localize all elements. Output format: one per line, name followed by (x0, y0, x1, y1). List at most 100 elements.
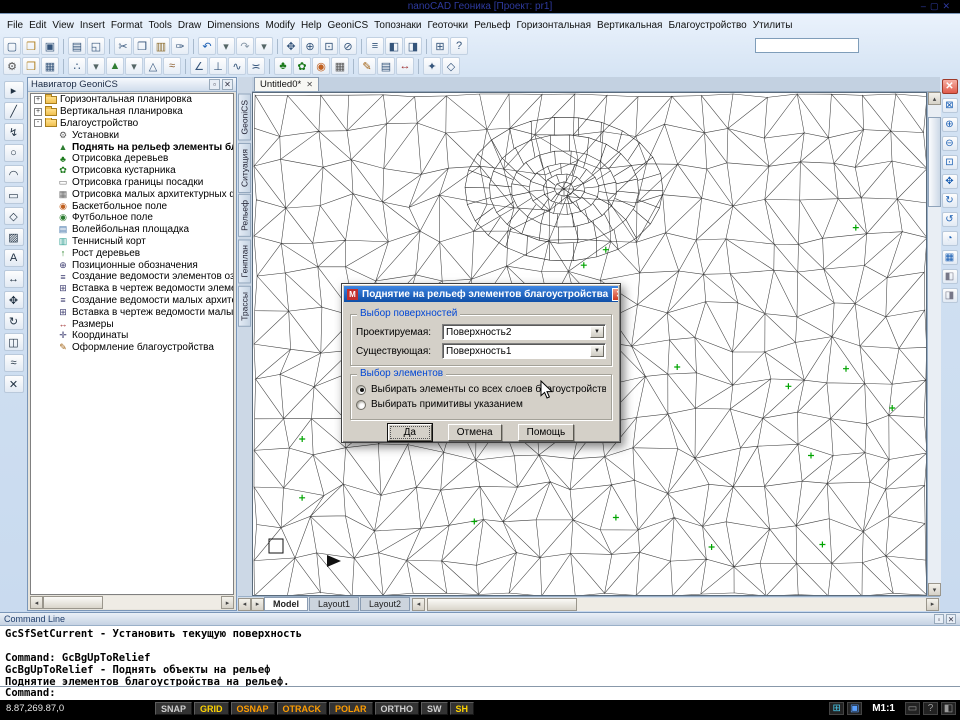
plot-icon[interactable]: ▤ (68, 37, 86, 55)
zoom-extents-icon[interactable]: ⊠ (942, 98, 958, 113)
radio-all-layers[interactable] (356, 385, 366, 395)
side-tab-рельеф[interactable]: Рельеф (238, 194, 251, 237)
toggle-ortho[interactable]: ORTHO (375, 702, 420, 715)
utilities-tools-icon[interactable]: ✦ (423, 57, 441, 75)
toggle-polar[interactable]: POLAR (329, 702, 373, 715)
toggle-sh[interactable]: SH (450, 702, 475, 715)
menu-вертикальная[interactable]: Вертикальная (594, 18, 665, 33)
scroll-left-icon[interactable]: ◂ (412, 598, 425, 611)
help-button[interactable]: Помощь (518, 424, 575, 441)
polygon-tool-icon[interactable]: ◇ (4, 207, 24, 225)
notes-icon[interactable]: ▣ (847, 702, 862, 715)
zoom-window-icon[interactable]: ⊡ (320, 37, 338, 55)
minimize-icon[interactable]: – (921, 1, 930, 11)
tree-item[interactable]: ▦Отрисовка малых архитектурных форм (31, 188, 233, 200)
tables-icon[interactable]: ▤ (377, 57, 395, 75)
tree-item[interactable]: ⊕Позиционные обозначения (31, 259, 233, 271)
create-points-icon[interactable]: ∴ (68, 57, 86, 75)
tree-item[interactable]: ✛Координаты (31, 330, 233, 342)
edit-surface-icon[interactable]: △ (144, 57, 162, 75)
tree-expander-icon[interactable]: - (34, 119, 42, 127)
tree-item[interactable]: ◉Баскетбольное поле (31, 200, 233, 212)
geo-dimensions-icon[interactable]: ↔ (396, 57, 414, 75)
tree-expander-icon[interactable]: + (34, 96, 42, 104)
window-close-icon[interactable]: ✕ (942, 1, 954, 11)
properties-icon[interactable]: ◨ (404, 37, 422, 55)
scale-indicator[interactable]: M1:1 (872, 703, 895, 714)
object-snap-settings-icon[interactable]: ⊞ (431, 37, 449, 55)
vertical-tools-icon[interactable]: ⊥ (209, 57, 227, 75)
undo-icon[interactable]: ↶ (198, 37, 216, 55)
arc-tool-icon[interactable]: ◠ (4, 165, 24, 183)
toggle-otrack[interactable]: OTRACK (277, 702, 328, 715)
zoom-realtime-icon[interactable]: ⊕ (301, 37, 319, 55)
copy-clipboard-icon[interactable]: ❐ (133, 37, 151, 55)
orbit-view-icon[interactable]: ◔ (942, 231, 958, 246)
menu-tools[interactable]: Tools (146, 18, 175, 33)
tree-item[interactable]: ↑Рост деревьев (31, 247, 233, 259)
view-settings-icon[interactable]: ◨ (942, 288, 958, 303)
text-tool-icon[interactable]: A (4, 249, 24, 267)
annotate-icon[interactable]: ✎ (358, 57, 376, 75)
command-input[interactable]: Command: (0, 686, 960, 700)
layers-icon[interactable]: ≡ (366, 37, 384, 55)
hatch-tool-icon[interactable]: ▨ (4, 228, 24, 246)
maximize-icon[interactable]: ▢ (930, 1, 943, 11)
cancel-button[interactable]: Отмена (448, 424, 502, 441)
close-drawing-icon[interactable]: ✕ (942, 79, 958, 94)
cross-sections-icon[interactable]: ≍ (247, 57, 265, 75)
chevron-down-icon[interactable]: ▼ (590, 345, 604, 357)
previous-view-icon[interactable]: ↺ (942, 212, 958, 227)
menu-утилиты[interactable]: Утилиты (750, 18, 796, 33)
menu-insert[interactable]: Insert (77, 18, 108, 33)
side-tab-ситуация[interactable]: Ситуация (238, 143, 251, 193)
design-surface-combo[interactable]: Поверхность2▼ (442, 324, 606, 340)
rectangle-tool-icon[interactable]: ▭ (4, 186, 24, 204)
zoom-out-icon[interactable]: ⊖ (942, 136, 958, 151)
paste-clipboard-icon[interactable]: ▥ (152, 37, 170, 55)
document-tab-close-icon[interactable]: ✕ (306, 80, 313, 89)
profiles-icon[interactable]: ∿ (228, 57, 246, 75)
pin-icon[interactable]: ▫ (934, 614, 944, 624)
layout-tab-layout2[interactable]: Layout2 (360, 597, 410, 611)
horizontal-tools-icon[interactable]: ∠ (190, 57, 208, 75)
menu-view[interactable]: View (49, 18, 77, 33)
menu-format[interactable]: Format (108, 18, 146, 33)
menu-draw[interactable]: Draw (175, 18, 204, 33)
new-drawing-icon[interactable]: ▢ (3, 37, 21, 55)
model-space-icon[interactable]: ⊞ (829, 702, 844, 715)
layer-states-icon[interactable]: ◧ (385, 37, 403, 55)
tab-scroll-right-icon[interactable]: ▸ (251, 598, 264, 611)
side-tab-трассы[interactable]: Трассы (238, 286, 251, 327)
scroll-track[interactable] (425, 598, 926, 611)
toolbar-search-combo[interactable] (755, 38, 859, 53)
zoom-previous-icon[interactable]: ⊘ (339, 37, 357, 55)
scroll-down-icon[interactable]: ▾ (928, 583, 941, 596)
scroll-left-icon[interactable]: ◂ (30, 596, 43, 609)
redo-list-icon[interactable]: ▾ (255, 37, 273, 55)
save-drawing-icon[interactable]: ▣ (41, 37, 59, 55)
yes-button[interactable]: Да (388, 424, 432, 441)
lock-view-icon[interactable]: ◧ (942, 269, 958, 284)
line-tool-icon[interactable]: ╱ (4, 102, 24, 120)
points-dropdown-icon[interactable]: ▾ (87, 57, 105, 75)
tree-item[interactable]: ✿Отрисовка кустарника (31, 165, 233, 177)
side-tab-генплан[interactable]: Генплан (238, 239, 251, 283)
tree-item[interactable]: ⊞Вставка в чертеж ведомости элементов (31, 283, 233, 295)
status-help-icon[interactable]: ? (923, 702, 938, 715)
existing-surface-combo[interactable]: Поверхность1▼ (442, 343, 606, 359)
scroll-right-icon[interactable]: ▸ (926, 598, 939, 611)
menu-help[interactable]: Help (298, 18, 325, 33)
zoom-in-icon[interactable]: ⊕ (942, 117, 958, 132)
move-tool-icon[interactable]: ✥ (4, 291, 24, 309)
surface-dropdown-icon[interactable]: ▾ (125, 57, 143, 75)
tree-item[interactable]: ⊞Вставка в чертеж ведомости малых арх (31, 306, 233, 318)
scroll-right-icon[interactable]: ▸ (221, 596, 234, 609)
menu-геоточки[interactable]: Геоточки (425, 18, 472, 33)
tree-item[interactable]: ▤Волейбольная площадка (31, 224, 233, 236)
format-painter-icon[interactable]: ✑ (171, 37, 189, 55)
redo-icon[interactable]: ↷ (236, 37, 254, 55)
pin-icon[interactable]: ▫ (209, 79, 220, 90)
offset-tool-icon[interactable]: ≈ (4, 354, 24, 372)
landscape-shrubs-icon[interactable]: ✿ (293, 57, 311, 75)
